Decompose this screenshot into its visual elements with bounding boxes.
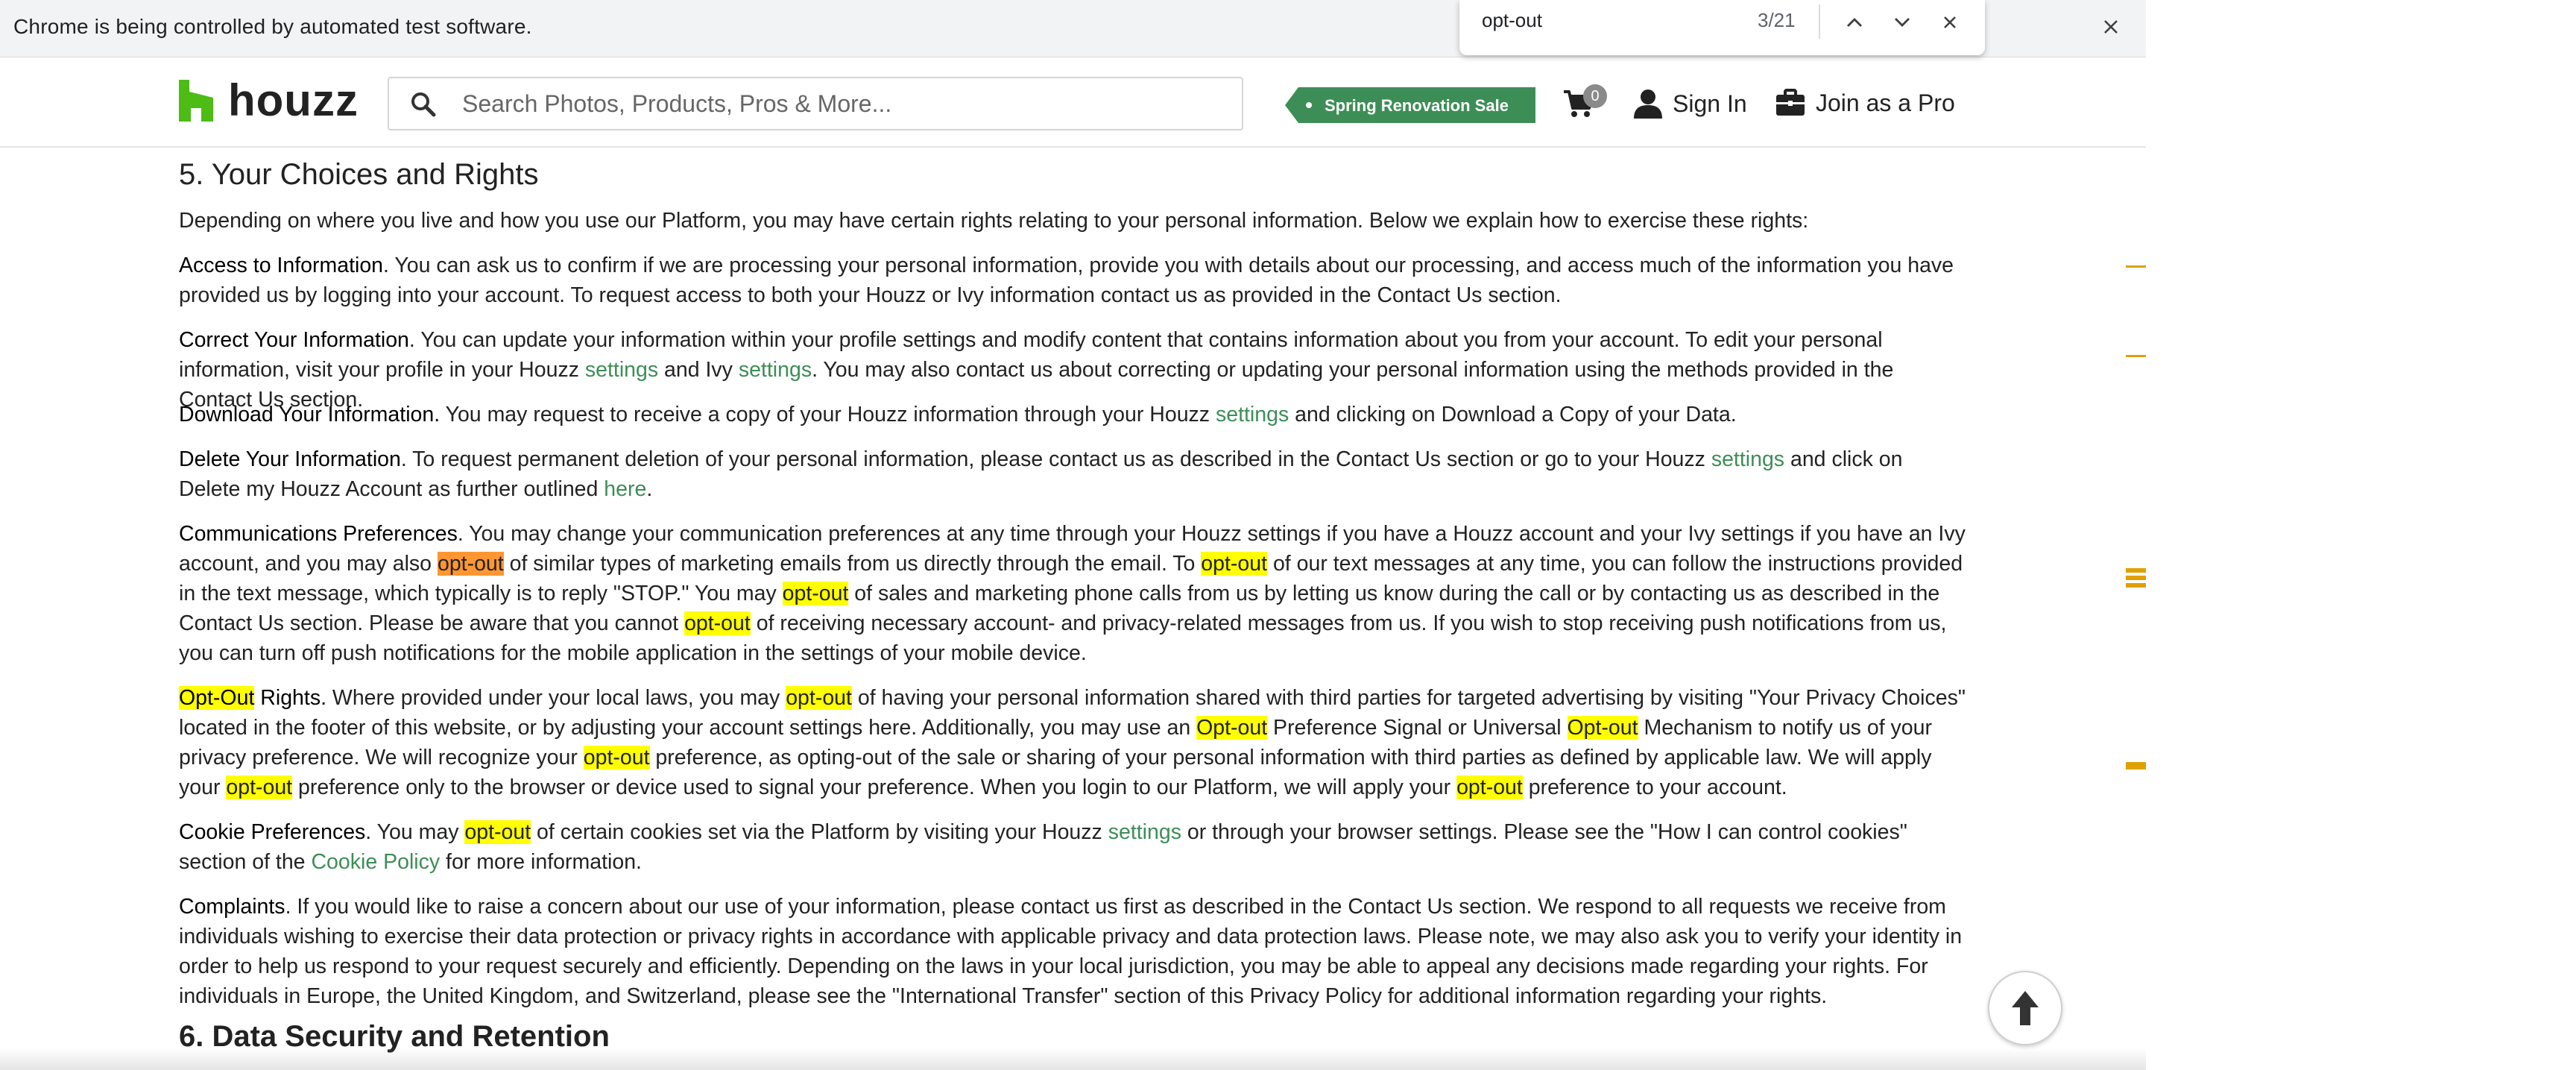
find-result-count: 3/21 <box>1758 9 1796 31</box>
find-bar: 3/21 <box>1459 0 1985 55</box>
optout-rights-title: Rights. <box>254 686 326 710</box>
find-input[interactable] <box>1482 9 1705 32</box>
close-icon <box>2104 20 2118 34</box>
complaints-paragraph: Complaints. If you would like to raise a… <box>179 892 1968 1011</box>
complaints-title: Complaints <box>179 895 285 919</box>
user-icon <box>1634 89 1662 119</box>
infobar-message: Chrome is being controlled by automated … <box>13 15 532 38</box>
houzz-settings-link[interactable]: settings <box>585 358 658 382</box>
delete-text: . <box>646 477 653 501</box>
download-title: Download Your Information. <box>179 403 441 427</box>
arrow-up-icon <box>2012 991 2039 1025</box>
chevron-up-icon <box>1847 18 1862 27</box>
find-match: Opt-Out <box>179 686 255 710</box>
search-box[interactable] <box>388 77 1243 130</box>
join-as-pro-button[interactable]: Join as a Pro <box>1775 89 1955 117</box>
cookie-title: Cookie Preferences <box>179 820 366 844</box>
find-match: opt-out <box>1201 552 1268 576</box>
section-intro: Depending on where you live and how you … <box>179 209 1809 233</box>
cookie-text: for more information. <box>440 850 642 874</box>
optout-rights-text: Preference Signal or Universal <box>1267 716 1568 740</box>
communications-text: of similar types of marketing emails fro… <box>503 552 1202 576</box>
find-match: opt-out <box>226 775 293 799</box>
communications-paragraph: Communications Preferences. You may chan… <box>179 519 1968 668</box>
find-result-marker <box>2126 568 2146 573</box>
infobar-close-button[interactable] <box>2096 12 2126 42</box>
cart-count-badge: 0 <box>1583 84 1607 108</box>
find-result-marker <box>2126 762 2146 770</box>
find-match: opt-out <box>786 686 852 710</box>
access-paragraph: Access to Information. You can ask us to… <box>179 251 1968 310</box>
find-match: opt-out <box>1456 775 1523 799</box>
close-icon <box>1944 16 1956 28</box>
page-bottom-edge <box>0 1048 2146 1070</box>
download-paragraph: Download Your Information. You may reque… <box>179 400 1968 429</box>
briefcase-icon <box>1776 89 1805 116</box>
optout-rights-text: Where provided under your local laws, yo… <box>326 686 786 710</box>
cookie-policy-link[interactable]: Cookie Policy <box>311 850 440 874</box>
find-result-marker <box>2126 265 2146 268</box>
delete-title: Delete Your Information <box>179 447 401 471</box>
find-bar-divider <box>1819 4 1820 39</box>
find-result-marker <box>2126 576 2146 580</box>
correct-text: and Ivy <box>658 358 739 382</box>
find-previous-button[interactable] <box>1838 6 1871 39</box>
find-close-button[interactable] <box>1933 6 1966 39</box>
delete-text: . To request permanent deletion of your … <box>400 447 1711 471</box>
outside-viewport-area <box>2146 0 2576 1070</box>
optout-rights-text: preference to your account. <box>1522 775 1787 799</box>
cookie-paragraph: Cookie Preferences. You may opt-out of c… <box>179 817 1968 877</box>
join-as-pro-label: Join as a Pro <box>1816 89 1955 116</box>
find-result-marker <box>2126 583 2146 588</box>
find-match-active: opt-out <box>437 552 504 576</box>
download-text: and clicking on Download a Copy of your … <box>1289 403 1737 427</box>
find-match: opt-out <box>684 611 751 635</box>
find-match: opt-out <box>583 746 650 770</box>
correct-title: Correct Your Information <box>179 328 409 352</box>
cookie-settings-link[interactable]: settings <box>1108 820 1181 844</box>
communications-title: Communications Preferences <box>179 522 458 546</box>
find-next-button[interactable] <box>1886 6 1919 39</box>
houzz-logo[interactable]: houzz <box>179 78 359 123</box>
chevron-down-icon <box>1895 18 1910 27</box>
browser-viewport: Chrome is being controlled by automated … <box>0 0 2146 1070</box>
delete-settings-link[interactable]: settings <box>1711 447 1784 471</box>
logo-text: houzz <box>228 75 359 125</box>
here-link[interactable]: here <box>604 477 646 501</box>
find-match: opt-out <box>464 820 531 844</box>
find-match: Opt-out <box>1196 716 1268 740</box>
promo-label: Spring Renovation Sale <box>1325 96 1509 115</box>
back-to-top-button[interactable] <box>1988 971 2062 1045</box>
cookie-text: . You may <box>365 820 465 844</box>
optout-rights-paragraph: Opt-Out Rights. Where provided under you… <box>179 683 1968 802</box>
section-heading: 5. Your Choices and Rights <box>179 158 539 191</box>
find-match: opt-out <box>782 582 849 605</box>
cookie-text: of certain cookies set via the Platform … <box>531 820 1108 844</box>
sign-in-label: Sign In <box>1673 89 1747 117</box>
optout-rights-text: preference only to the browser or device… <box>292 775 1457 799</box>
find-result-marker <box>2126 355 2146 357</box>
promo-banner-button[interactable]: Spring Renovation Sale <box>1285 87 1535 123</box>
access-title: Access to Information <box>179 254 384 277</box>
download-settings-link[interactable]: settings <box>1216 403 1289 427</box>
access-text: . You can ask us to confirm if we are pr… <box>179 254 1954 307</box>
delete-paragraph: Delete Your Information. To request perm… <box>179 444 1968 504</box>
houzz-logo-icon <box>179 80 213 122</box>
sign-in-button[interactable]: Sign In <box>1634 89 1747 119</box>
site-header: houzz Spring Renovation Sale 0 <box>0 57 2146 148</box>
download-text: You may request to receive a copy of you… <box>440 403 1216 427</box>
find-match: Opt-out <box>1567 716 1638 740</box>
complaints-text: . If you would like to raise a concern a… <box>179 895 1963 1008</box>
search-input[interactable] <box>462 89 1208 119</box>
search-icon <box>410 91 437 122</box>
promo-dot <box>1306 102 1312 108</box>
ivy-settings-link[interactable]: settings <box>739 358 812 382</box>
